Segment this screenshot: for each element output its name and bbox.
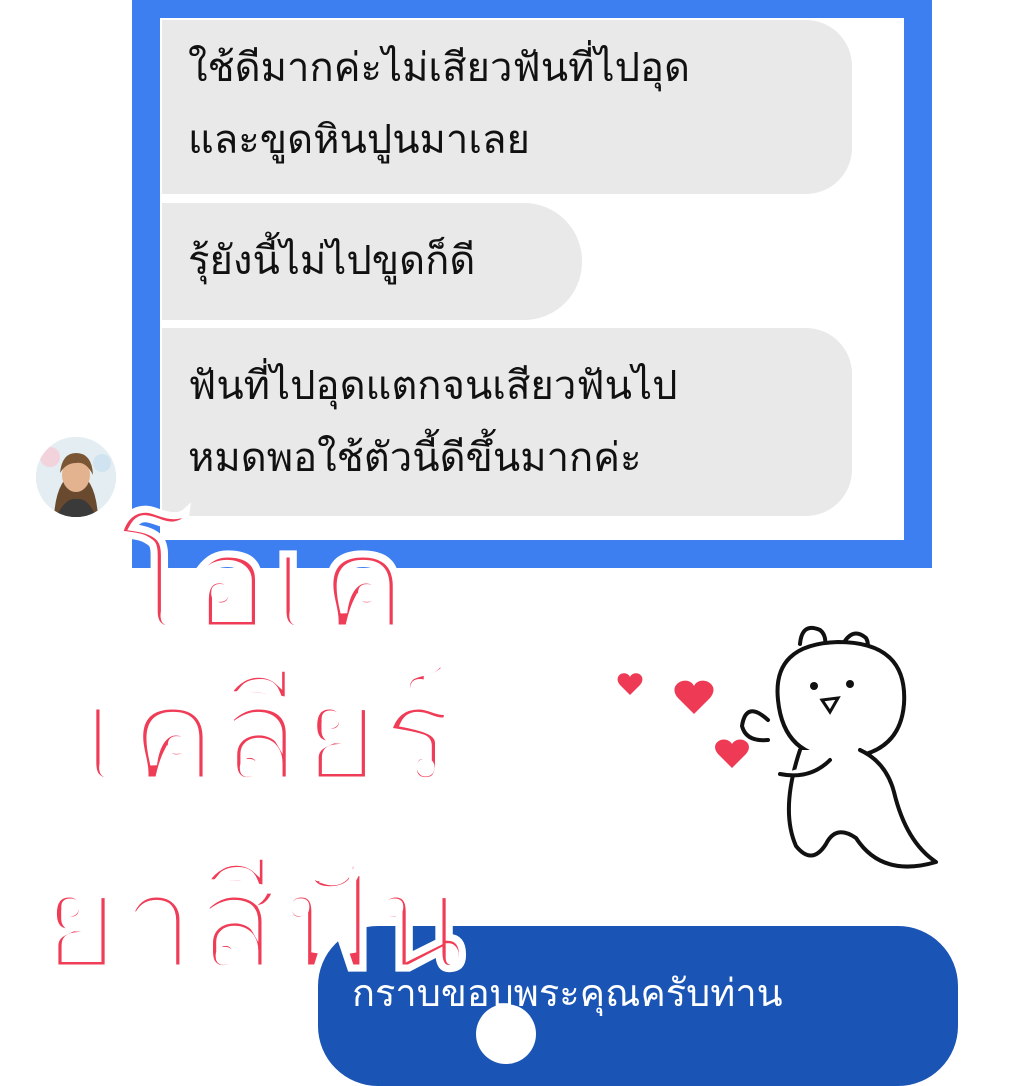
message-text: ฟันที่ไปอุดแตกจนเสียวฟันไป <box>188 363 678 409</box>
footer-circle-icon <box>476 1004 536 1064</box>
message-bubble: รุ้ยังนี้ไม่ไปขูดก็ดี <box>162 203 582 320</box>
overlay-title-line: ยาสีฟัน <box>41 846 468 1000</box>
bunny-sticker <box>617 625 938 869</box>
message-text: รุ้ยังนี้ไม่ไปขูดก็ดี <box>188 238 476 284</box>
message-text: และขูดหินปูนมาเลย <box>188 117 530 163</box>
avatar[interactable] <box>36 437 116 517</box>
heart-icon <box>617 673 643 695</box>
heart-icon <box>674 680 714 714</box>
message-text: ใช้ดีมากค่ะไม่เสียวฟันที่ไปอุด <box>188 45 690 91</box>
heart-icon <box>715 739 749 768</box>
overlay-title-line: เคลียร์ <box>81 658 455 812</box>
avatar-photo <box>36 437 116 517</box>
message-text: หมดพอใช้ตัวนี้ดีขึ้นมากค่ะ <box>188 435 642 481</box>
message-bubble: ใช้ดีมากค่ะไม่เสียวฟันที่ไปอุด และขูดหิน… <box>162 20 852 194</box>
overlay-title-line: โอเค <box>117 506 410 660</box>
message-bubble: ฟันที่ไปอุดแตกจนเสียวฟันไป หมดพอใช้ตัวนี… <box>162 328 852 516</box>
